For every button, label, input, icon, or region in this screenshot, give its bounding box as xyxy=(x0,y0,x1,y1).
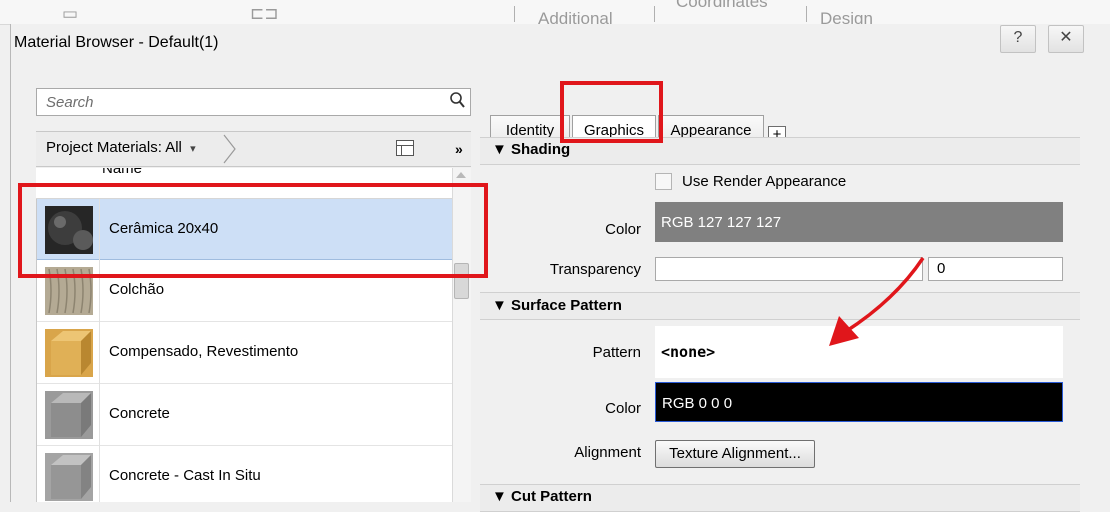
material-swatch-concrete xyxy=(45,453,93,501)
column-divider xyxy=(99,446,100,502)
ribbon-divider xyxy=(514,6,515,22)
ribbon-coordinates: Coordinates xyxy=(676,0,768,11)
ribbon-glyph: ⊏⊐ xyxy=(250,4,279,23)
ribbon-glyph: ▭ xyxy=(62,4,79,23)
breadcrumb-arrow-icon xyxy=(223,134,236,164)
pattern-label: Pattern xyxy=(592,344,641,361)
transparency-value: 0 xyxy=(937,260,946,277)
expand-panel-icon[interactable]: » xyxy=(455,141,463,157)
close-button[interactable]: ✕ xyxy=(1048,25,1084,53)
surface-pattern-title: ▼ Surface Pattern xyxy=(492,297,622,314)
column-divider xyxy=(99,384,100,446)
surface-color-swatch[interactable]: RGB 0 0 0 xyxy=(655,382,1063,422)
project-filter-dropdown[interactable]: Project Materials: All ▾ xyxy=(46,139,196,156)
material-swatch-concrete xyxy=(45,391,93,439)
search-input[interactable] xyxy=(36,88,471,116)
surface-color-label: Color xyxy=(605,400,641,417)
project-filter-label: Project Materials: All xyxy=(46,139,182,156)
ribbon-additional: Additional xyxy=(538,9,613,25)
list-item-concrete-cast[interactable]: Concrete - Cast In Situ xyxy=(37,446,453,502)
list-item-label: Concrete - Cast In Situ xyxy=(109,467,261,484)
transparency-input[interactable]: 0 xyxy=(928,257,1063,281)
list-item-label: Concrete xyxy=(109,405,170,422)
column-header-label: Name xyxy=(102,168,143,177)
column-divider xyxy=(99,322,100,384)
ribbon-divider xyxy=(654,6,655,22)
list-item-concrete[interactable]: Concrete xyxy=(37,384,453,446)
alignment-label: Alignment xyxy=(574,444,641,461)
shading-color-swatch[interactable]: RGB 127 127 127 xyxy=(655,202,1063,242)
chevron-down-icon: ▾ xyxy=(190,143,196,155)
transparency-label: Transparency xyxy=(549,261,641,278)
view-toggle-icon[interactable] xyxy=(396,140,414,156)
list-item-label: Compensado, Revestimento xyxy=(109,343,299,360)
window-title: Material Browser - Default(1) xyxy=(14,34,219,51)
shading-title: ▼ Shading xyxy=(492,141,571,158)
search-placeholder: Search xyxy=(46,94,94,111)
ribbon-divider xyxy=(806,6,807,22)
use-render-appearance-label: Use Render Appearance xyxy=(682,173,847,190)
help-button[interactable]: ? xyxy=(1000,25,1036,53)
scroll-up-icon[interactable] xyxy=(456,172,466,178)
shading-color-label: Color xyxy=(605,221,641,238)
annotation-arrow-icon xyxy=(829,257,925,346)
search-icon[interactable] xyxy=(449,91,467,111)
texture-alignment-button[interactable]: Texture Alignment... xyxy=(655,440,815,468)
material-swatch-wood xyxy=(45,329,93,377)
background-ribbon: ▭ ⊏⊐ Additional Coordinates Design xyxy=(0,0,1110,25)
annotation-box-graphics-tab xyxy=(560,81,663,143)
cut-pattern-title: ▼ Cut Pattern xyxy=(492,488,592,505)
ribbon-design: Design xyxy=(820,9,873,25)
list-item-label: Colchão xyxy=(109,281,165,298)
annotation-box-selected-material xyxy=(18,183,488,278)
list-item-compensado[interactable]: Compensado, Revestimento xyxy=(37,322,453,384)
shading-color-value: RGB 127 127 127 xyxy=(661,214,782,231)
use-render-appearance-checkbox[interactable] xyxy=(655,173,672,190)
pattern-value: <none> xyxy=(661,343,716,361)
surface-color-value: RGB 0 0 0 xyxy=(662,395,733,412)
